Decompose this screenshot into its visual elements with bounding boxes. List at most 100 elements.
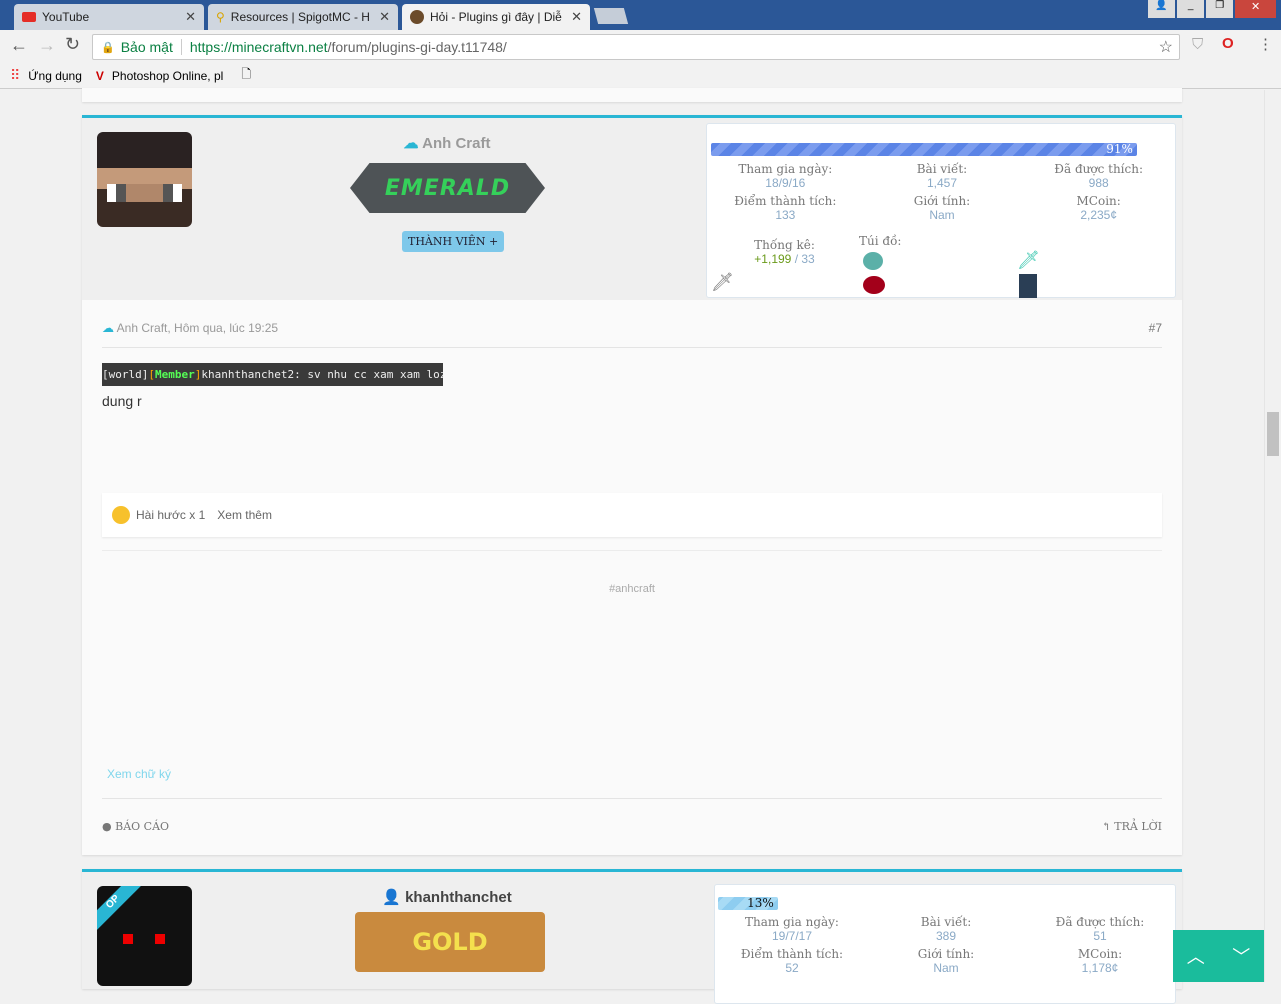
cloud-icon: ☁ <box>102 321 114 335</box>
username-text: Anh Craft <box>422 135 491 152</box>
stat-label: Giới tính: <box>913 194 971 208</box>
tab-youtube[interactable]: YouTube ✕ <box>14 4 204 30</box>
post-number-link[interactable]: #7 <box>1149 321 1162 335</box>
bookmark-photoshop[interactable]: Photoshop Online, pl <box>112 69 223 83</box>
stat-label: Điểm thành tích: <box>740 947 844 961</box>
close-tab-icon[interactable]: ✕ <box>571 9 582 25</box>
scroll-up-button[interactable]: ︿ <box>1187 943 1205 969</box>
level-progress-bar: 91% <box>711 143 1137 156</box>
user-icon: 👤 <box>382 889 401 906</box>
url-host: https://minecraftvn.net <box>189 39 328 55</box>
divider <box>102 798 1162 799</box>
view-signature-link[interactable]: Xem chữ ký <box>107 767 171 781</box>
rank-banner: GOLD <box>355 912 545 972</box>
user-stats-panel: 13% Tham gia ngày: 19/7/17 Bài viết: 389 Đ… <box>714 884 1176 1004</box>
opera-extension-icon[interactable]: O <box>1222 35 1234 52</box>
avatar[interactable] <box>97 132 192 227</box>
reload-icon[interactable]: ↻ <box>65 34 80 55</box>
stat-value: 1,457 <box>926 176 957 190</box>
iron-sword-icon: 🗡 <box>711 272 734 293</box>
new-tab-button[interactable] <box>593 8 629 24</box>
user-info: OP 👤 khanhthanchet GOLD 13% Tham gia ngà… <box>82 869 1182 1004</box>
scrollbar-thumb[interactable] <box>1267 412 1279 456</box>
stats-grid: Tham gia ngày: 19/7/17 Bài viết: 389 Đã đư… <box>715 915 1177 975</box>
divider <box>102 347 1162 348</box>
post-7: ☁ Anh Craft EMERALD THÀNH VIÊN + 91% Tha… <box>82 115 1182 855</box>
bookmark-star-icon[interactable]: ☆ <box>1159 37 1173 57</box>
stat-label: Tham gia ngày: <box>745 915 839 929</box>
rank-banner-text: EMERALD <box>384 175 511 201</box>
stat-value: 51 <box>1093 929 1107 943</box>
close-window-button[interactable]: ✕ <box>1235 0 1276 18</box>
chat-member: Member <box>154 368 195 381</box>
avatar[interactable]: OP <box>97 886 192 986</box>
tab-title: Hỏi - Plugins gì đây | Diễ <box>430 10 562 24</box>
lock-icon: 🔒 <box>101 41 115 54</box>
menu-icon[interactable]: ⋮ <box>1258 35 1273 53</box>
youtube-icon <box>22 12 36 22</box>
stat-label: Bài viết: <box>916 162 968 176</box>
report-button[interactable]: ● BÁO CÁO <box>102 820 169 833</box>
scroll-down-button[interactable]: ﹀ <box>1232 943 1250 969</box>
photoshop-icon: V <box>95 68 104 83</box>
window-controls: 👤 _ ❐ ✕ <box>1148 0 1276 18</box>
reply-button[interactable]: ↰ TRẢ LỜI <box>1102 820 1162 833</box>
chat-screenshot[interactable]: [world][Member]khanhthanchet2: sv nhu cc… <box>102 363 443 386</box>
username[interactable]: ☁ Anh Craft <box>342 134 552 152</box>
close-tab-icon[interactable]: ✕ <box>379 9 390 25</box>
stat-label: Tham gia ngày: <box>738 162 833 176</box>
url-path: /forum/plugins-gi-day.t11748/ <box>327 39 507 55</box>
chat-world: [world] <box>102 368 149 381</box>
address-bar[interactable]: 🔒 Bảo mật https://minecraftvn.net /forum… <box>92 34 1180 60</box>
diamond-helmet-icon <box>863 252 883 270</box>
scrollbar[interactable] <box>1264 90 1281 982</box>
tab-title: YouTube <box>42 10 90 24</box>
stat-label: Đã được thích: <box>1055 915 1145 929</box>
bookmark-apps[interactable]: Ứng dụng <box>28 69 82 83</box>
rank-banner: EMERALD <box>350 163 545 213</box>
stat-label: MCoin: <box>1076 194 1121 208</box>
stat-label: Điểm thành tích: <box>734 194 837 208</box>
tab-spigot[interactable]: ⚲ Resources | SpigotMC - H ✕ <box>208 4 398 30</box>
close-tab-icon[interactable]: ✕ <box>185 9 196 25</box>
laughing-emoji-icon <box>112 506 130 524</box>
stats-grid: Tham gia ngày: 18/9/16 Bài viết: 1,457 Đã … <box>707 162 1177 222</box>
armor-icon <box>1019 274 1037 298</box>
stat-value: 52 <box>785 961 799 975</box>
user-stats-panel: 91% Tham gia ngày: 18/9/16 Bài viết: 1,457… <box>706 123 1176 298</box>
diamond-sword-icon: 🗡 <box>1017 250 1040 271</box>
minecraft-icon <box>410 10 424 24</box>
scroll-nav: ︿ ﹀ <box>1173 930 1264 982</box>
post-author-date[interactable]: Anh Craft, Hôm qua, lúc 19:25 <box>117 321 278 335</box>
see-more-link[interactable]: Xem thêm <box>217 508 272 522</box>
stat-label: Thống kê: <box>754 238 815 252</box>
cloud-icon: ☁ <box>403 135 419 152</box>
stat-value: 389 <box>935 929 957 943</box>
alert-icon: ● <box>102 820 112 833</box>
user-icon[interactable]: 👤 <box>1148 0 1176 18</box>
bookmarks-bar: ⠿ Ứng dụng V Photoshop Online, pl 🗋 <box>0 63 1281 89</box>
previous-post-footer <box>82 88 1182 102</box>
stat-value: 1,178¢ <box>1081 961 1119 975</box>
shield-extension-icon[interactable]: ⛉ <box>1192 36 1203 53</box>
post-body: dung r <box>102 393 142 409</box>
minimize-button[interactable]: _ <box>1177 0 1205 18</box>
reply-icon: ↰ <box>1101 820 1111 833</box>
tab-strip: YouTube ✕ ⚲ Resources | SpigotMC - H ✕ Hỏi… <box>0 0 1281 30</box>
rank-banner-text: GOLD <box>412 928 488 956</box>
signature-text: #anhcraft <box>609 583 655 595</box>
page-icon[interactable]: 🗋 <box>241 65 251 86</box>
stat-value: 19/7/17 <box>771 929 813 943</box>
progress-label: 91% <box>1106 142 1133 156</box>
reply-label: TRẢ LỜI <box>1114 820 1162 833</box>
post-meta: ☁ Anh Craft, Hôm qua, lúc 19:25 <box>102 321 278 335</box>
positive-count: +1,199 <box>754 252 792 266</box>
back-icon[interactable]: ← <box>10 35 28 56</box>
tab-minecraftvn[interactable]: Hỏi - Plugins gì đây | Diễ ✕ <box>402 4 590 30</box>
forward-icon[interactable]: → <box>38 35 56 56</box>
username[interactable]: 👤 khanhthanchet <box>342 888 552 906</box>
maximize-button[interactable]: ❐ <box>1206 0 1234 18</box>
reaction-count[interactable]: Hài hước x 1 <box>136 508 205 522</box>
progress-label: 13% <box>747 896 774 910</box>
op-badge: OP <box>97 886 144 933</box>
